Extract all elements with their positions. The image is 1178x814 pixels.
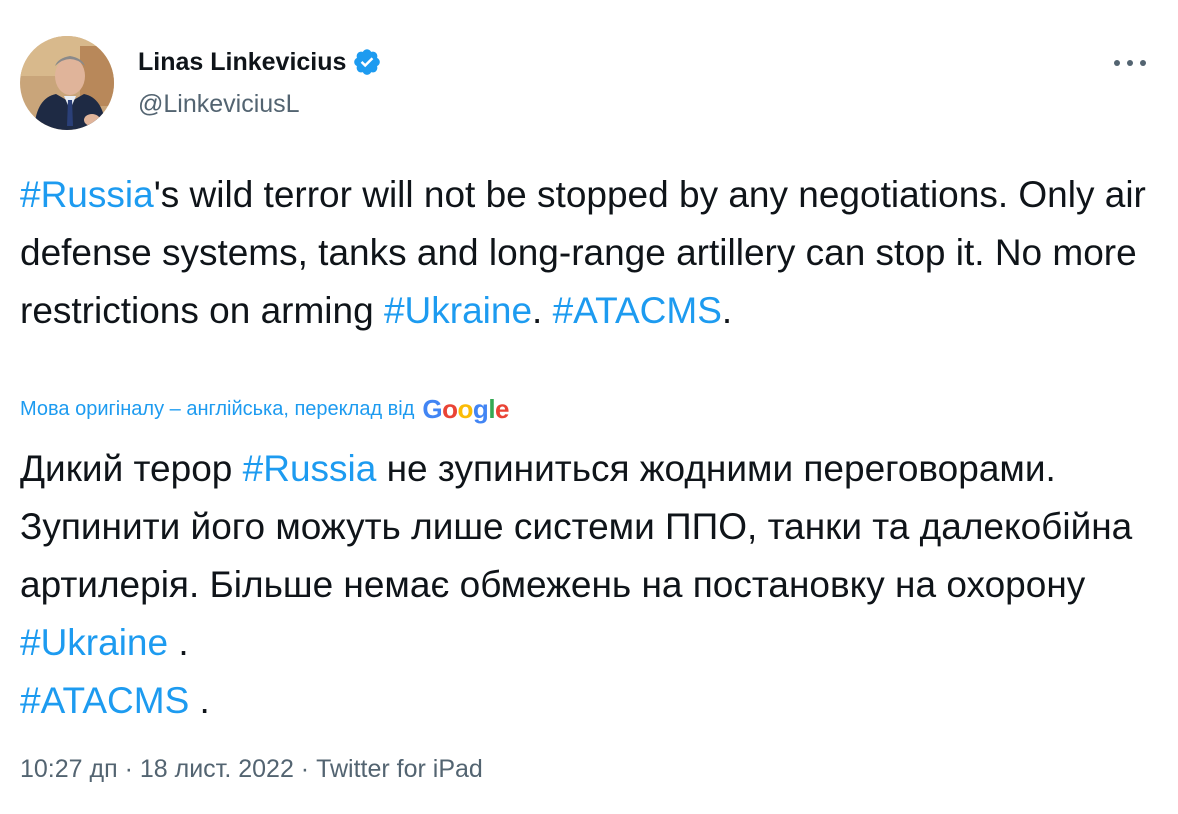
display-name[interactable]: Linas Linkevicius <box>138 48 346 77</box>
more-options-button[interactable] <box>1108 46 1152 80</box>
verified-badge-icon <box>352 47 382 77</box>
translation-note-text: Мова оригіналу – англійська, переклад ві… <box>20 397 415 420</box>
meta-separator: · <box>293 755 317 783</box>
tweet-text-segment: . <box>721 290 733 331</box>
hashtag-russia[interactable]: #Russia <box>243 448 377 489</box>
tweet-text-original: #Russia's wild terror will not be stoppe… <box>20 166 1160 340</box>
tweet-source[interactable]: Twitter for iPad <box>316 755 483 783</box>
hashtag-russia[interactable]: #Russia <box>20 174 154 215</box>
tweet-text-translated: Дикий терор #Russia не зупиниться жодним… <box>20 440 1160 730</box>
tweet-text-segment: Дикий терор <box>20 448 243 489</box>
google-logo: Google <box>422 394 510 424</box>
hashtag-atacms[interactable]: #ATACMS <box>20 680 189 721</box>
tweet-date[interactable]: 18 лист. 2022 <box>140 755 294 783</box>
author-name-row: Linas Linkevicius <box>138 47 382 77</box>
tweet-time[interactable]: 10:27 дп <box>20 755 118 783</box>
hashtag-atacms[interactable]: #ATACMS <box>553 290 722 331</box>
tweet-card: Linas Linkevicius @LinkeviciusL #Russia'… <box>0 0 1178 814</box>
profile-photo <box>20 36 114 130</box>
hashtag-ukraine[interactable]: #Ukraine <box>384 290 532 331</box>
tweet-text-segment: . <box>189 680 210 721</box>
avatar[interactable] <box>20 36 114 130</box>
meta-separator: · <box>117 755 140 783</box>
translation-notice[interactable]: Мова оригіналу – англійська, переклад ві… <box>20 394 510 424</box>
more-horizontal-icon <box>1114 60 1146 66</box>
tweet-metadata: 10:27 дп · 18 лист. 2022 · Twitter for i… <box>20 755 483 784</box>
tweet-text-segment: . <box>168 622 189 663</box>
author-handle[interactable]: @LinkeviciusL <box>138 90 300 119</box>
tweet-text-segment: . <box>532 290 553 331</box>
hashtag-ukraine[interactable]: #Ukraine <box>20 622 168 663</box>
